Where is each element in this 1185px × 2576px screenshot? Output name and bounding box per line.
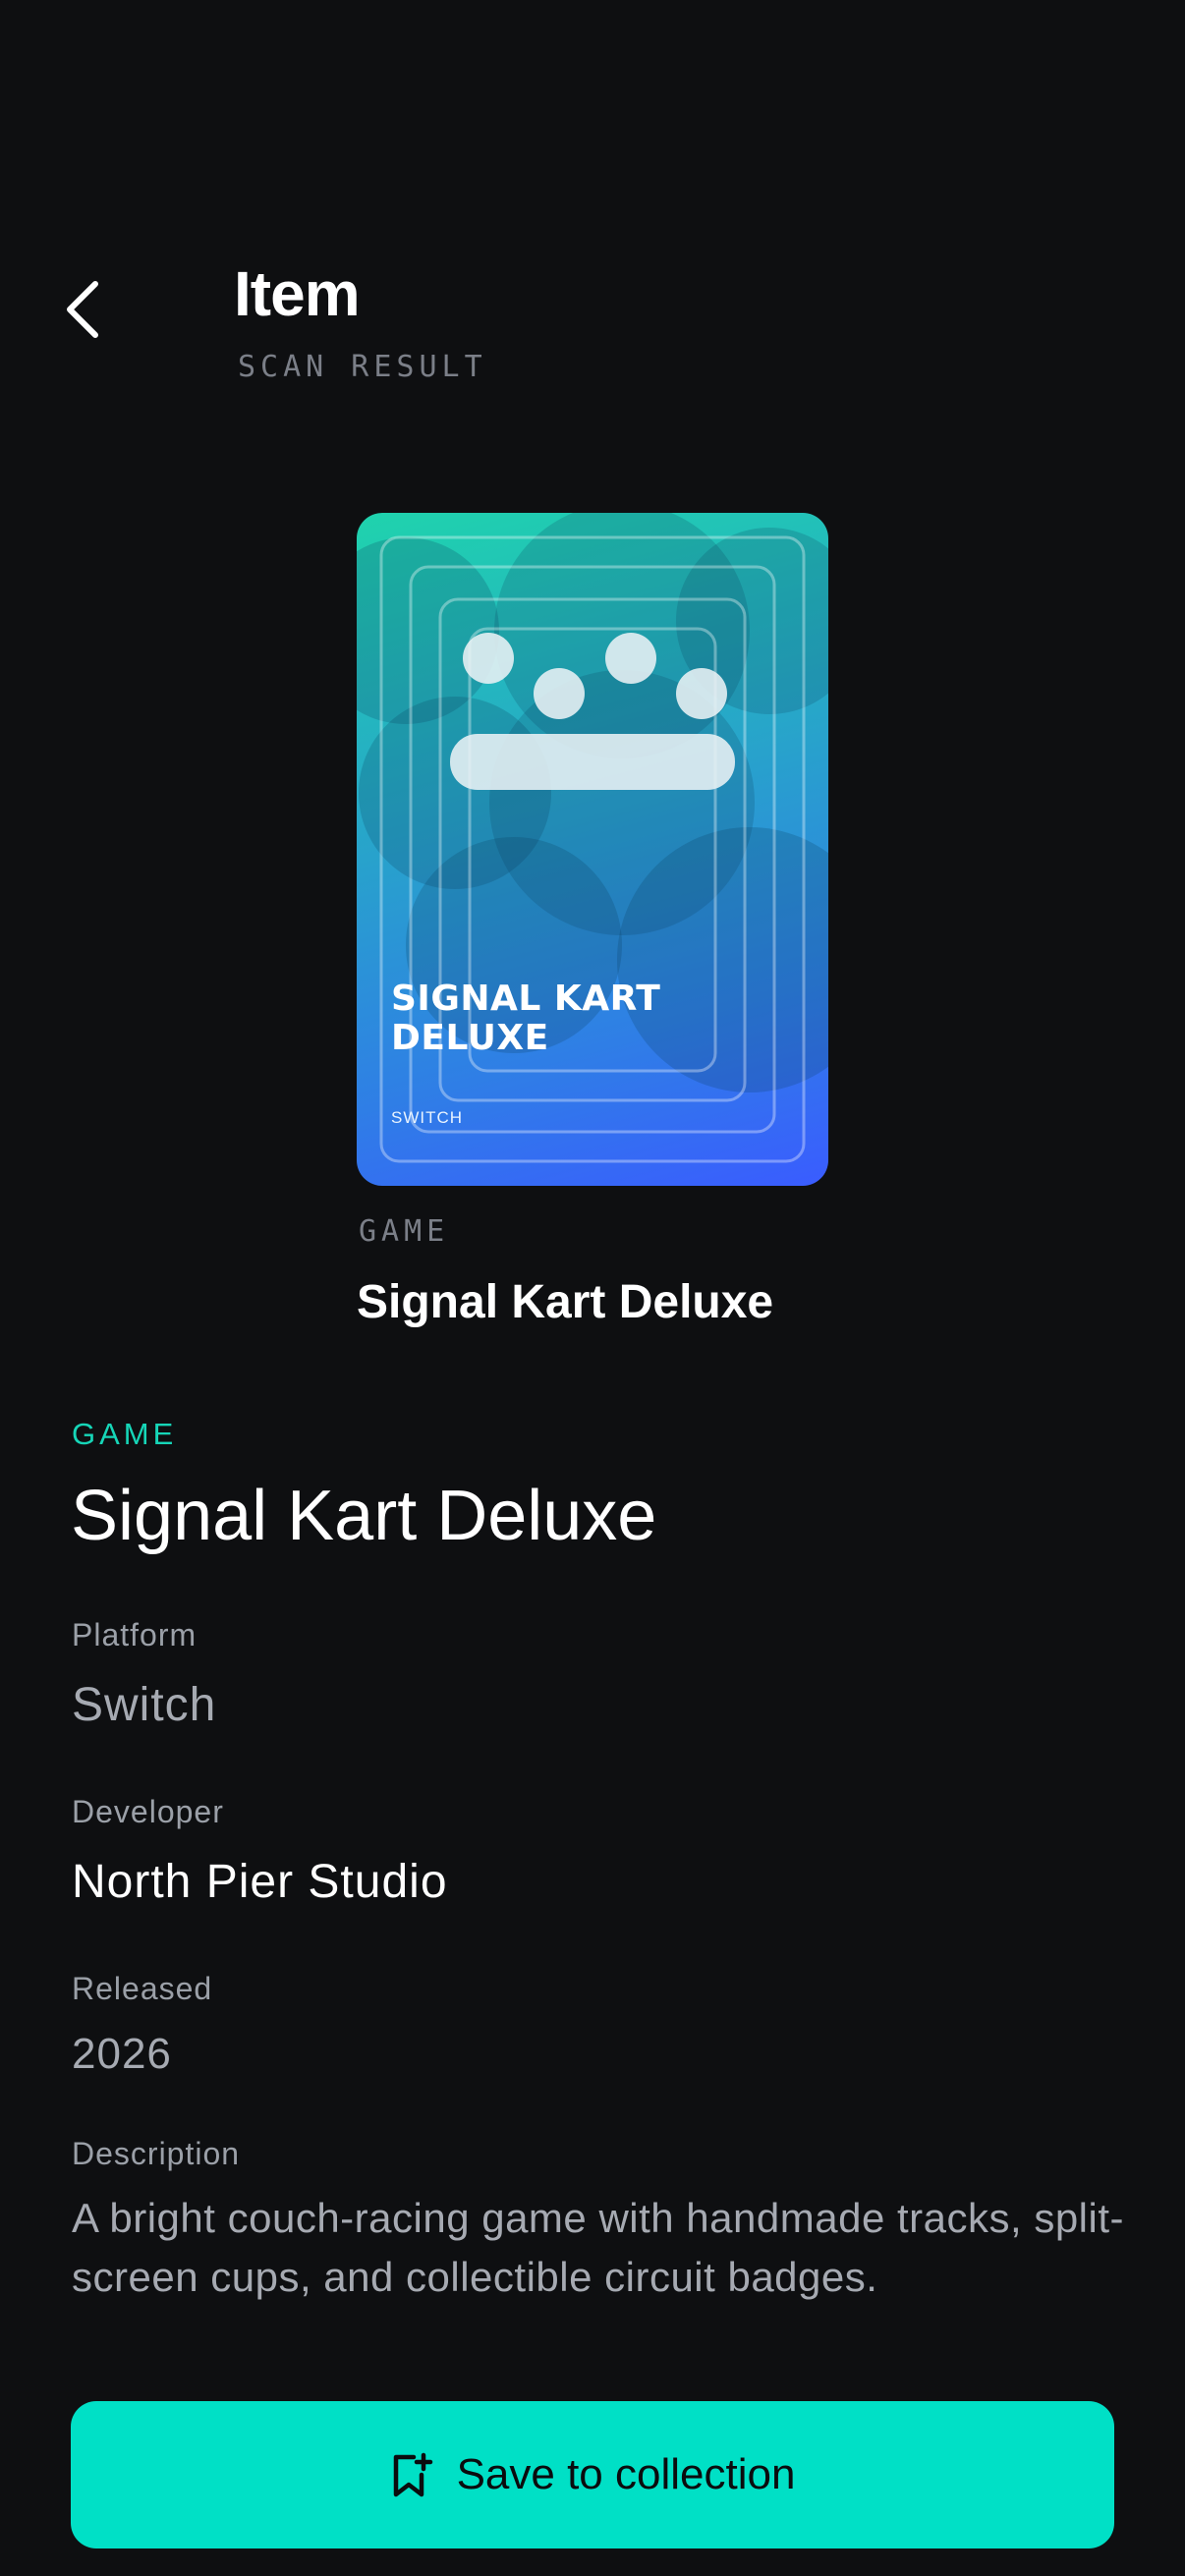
save-button-label: Save to collection bbox=[456, 2450, 796, 2498]
description-label: Description bbox=[72, 2136, 241, 2171]
page-title: Item bbox=[234, 258, 361, 329]
cover-name: Signal Kart Deluxe bbox=[357, 1276, 774, 1328]
platform-label: Platform bbox=[72, 1617, 198, 1652]
cover-title: SIGNAL KART DELUXE bbox=[391, 979, 661, 1058]
released-value: 2026 bbox=[72, 2030, 172, 2078]
cover-artwork-graphic bbox=[357, 513, 828, 1163]
item-detail-screen: Item SCAN RESULT SIGNAL KART DELUXE SWITC bbox=[0, 0, 1185, 2576]
cover-platform: SWITCH bbox=[391, 1108, 464, 1127]
chevron-left-icon bbox=[67, 281, 98, 338]
cover-category: GAME bbox=[359, 1214, 450, 1249]
cover-art: SIGNAL KART DELUXE SWITCH bbox=[357, 513, 828, 1186]
save-to-collection-button[interactable]: Save to collection bbox=[71, 2401, 1114, 2548]
page-subtitle: SCAN RESULT bbox=[238, 350, 487, 384]
back-button[interactable] bbox=[49, 265, 118, 354]
item-title: Signal Kart Deluxe bbox=[71, 1477, 657, 1555]
developer-label: Developer bbox=[72, 1794, 224, 1829]
bookmark-plus-icon bbox=[393, 2452, 432, 2497]
released-label: Released bbox=[72, 1971, 213, 2006]
developer-value: North Pier Studio bbox=[72, 1856, 448, 1908]
item-category-label: GAME bbox=[72, 1417, 178, 1451]
description-text: A bright couch-racing game with handmade… bbox=[72, 2195, 1124, 2300]
platform-value: Switch bbox=[72, 1679, 217, 1731]
